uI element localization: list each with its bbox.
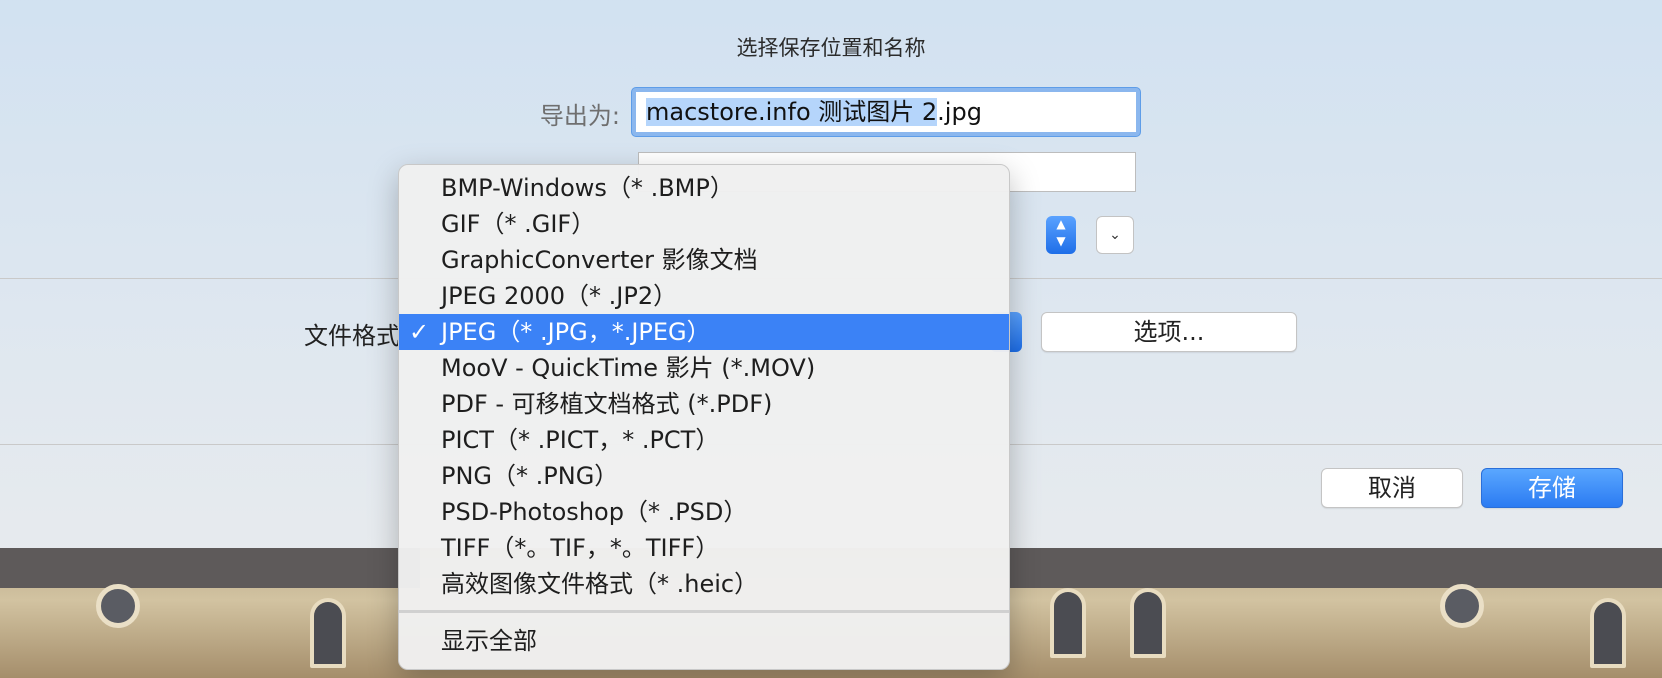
menu-item-format-selected[interactable]: ✓ JPEG（* .JPG，*.JPEG） bbox=[399, 314, 1009, 350]
menu-item-format[interactable]: PDF - 可移植文档格式 (*.PDF) bbox=[399, 386, 1009, 422]
menu-item-label: MooV - QuickTime 影片 (*.MOV) bbox=[441, 354, 816, 382]
menu-item-label: 高效图像文件格式（* .heic） bbox=[441, 570, 759, 598]
menu-item-label: GIF（* .GIF） bbox=[441, 210, 596, 238]
building-round-window bbox=[1440, 584, 1484, 628]
menu-item-format[interactable]: PSD-Photoshop（* .PSD） bbox=[399, 494, 1009, 530]
menu-item-format[interactable]: PICT（* .PICT，* .PCT） bbox=[399, 422, 1009, 458]
up-down-chevron-icon[interactable]: ▲ ▼ bbox=[1046, 216, 1076, 254]
building-roof bbox=[0, 548, 420, 588]
menu-item-format[interactable]: BMP-Windows（* .BMP） bbox=[399, 170, 1009, 206]
dialog-title: 选择保存位置和名称 bbox=[736, 36, 926, 60]
menu-item-label: PDF - 可移植文档格式 (*.PDF) bbox=[441, 390, 773, 418]
menu-item-label: PSD-Photoshop（* .PSD） bbox=[441, 498, 748, 526]
menu-item-format[interactable]: JPEG 2000（* .JP2） bbox=[399, 278, 1009, 314]
file-format-label: 文件格式 bbox=[304, 322, 400, 350]
export-as-label: 导出为: bbox=[539, 102, 620, 130]
menu-item-format[interactable]: PNG（* .PNG） bbox=[399, 458, 1009, 494]
menu-item-format[interactable]: MooV - QuickTime 影片 (*.MOV) bbox=[399, 350, 1009, 386]
menu-separator bbox=[399, 610, 1009, 613]
menu-item-format[interactable]: GIF（* .GIF） bbox=[399, 206, 1009, 242]
cancel-button[interactable]: 取消 bbox=[1321, 468, 1463, 508]
file-format-menu: BMP-Windows（* .BMP） GIF（* .GIF） GraphicC… bbox=[398, 164, 1010, 670]
filename-selected-text: macstore.info 测试图片 2 bbox=[646, 98, 938, 126]
save-button[interactable]: 存储 bbox=[1481, 468, 1623, 508]
building-window bbox=[310, 598, 346, 668]
filename-input[interactable]: macstore.info 测试图片 2.jpg bbox=[632, 88, 1140, 136]
checkmark-icon: ✓ bbox=[409, 318, 430, 346]
options-button[interactable]: 选项... bbox=[1041, 312, 1297, 352]
menu-item-label: BMP-Windows（* .BMP） bbox=[441, 174, 734, 202]
menu-item-format[interactable]: GraphicConverter 影像文档 bbox=[399, 242, 1009, 278]
menu-item-label: PICT（* .PICT，* .PCT） bbox=[441, 426, 720, 454]
building-window bbox=[1590, 598, 1626, 668]
screen: 选择保存位置和名称 导出为: macstore.info 测试图片 2.jpg … bbox=[0, 0, 1662, 678]
building-round-window bbox=[96, 584, 140, 628]
menu-item-format[interactable]: TIFF（*。TIF，*。TIFF） bbox=[399, 530, 1009, 566]
building-roof bbox=[1010, 548, 1662, 588]
filename-extension: .jpg bbox=[937, 98, 982, 126]
building-window bbox=[1130, 588, 1166, 658]
building-window bbox=[1050, 588, 1086, 658]
menu-item-label: JPEG 2000（* .JP2） bbox=[441, 282, 678, 310]
menu-item-format[interactable]: 高效图像文件格式（* .heic） bbox=[399, 566, 1009, 602]
menu-item-label: PNG（* .PNG） bbox=[441, 462, 619, 490]
menu-item-label: TIFF（*。TIF，*。TIFF） bbox=[441, 534, 720, 562]
menu-item-label: GraphicConverter 影像文档 bbox=[441, 246, 758, 274]
menu-item-show-all[interactable]: 显示全部 bbox=[399, 623, 1009, 659]
menu-item-label: JPEG（* .JPG，*.JPEG） bbox=[441, 318, 711, 346]
menu-item-label: 显示全部 bbox=[441, 627, 537, 655]
chevron-down-icon[interactable]: ⌄ bbox=[1096, 216, 1134, 254]
